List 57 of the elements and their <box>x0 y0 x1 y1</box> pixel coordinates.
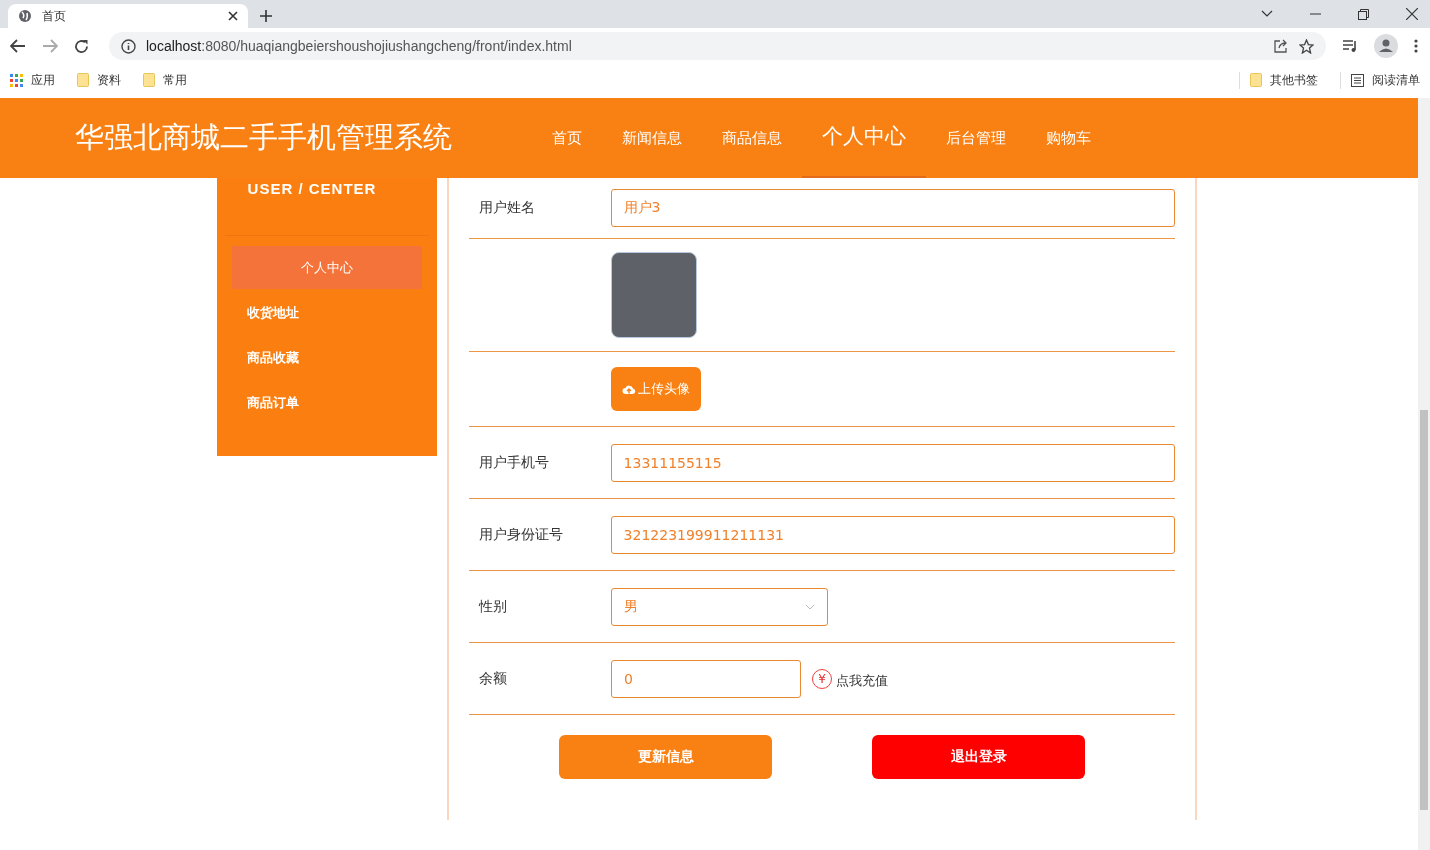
folder-icon <box>77 73 89 87</box>
plus-icon[interactable] <box>260 10 272 22</box>
sidebar-item[interactable]: 商品订单 <box>232 381 422 424</box>
nav-link[interactable]: 商品信息 <box>702 98 802 178</box>
field-label: 余额 <box>478 669 508 688</box>
bookmark[interactable]: 资料 <box>77 71 121 89</box>
browser-tab[interactable]: 首页 <box>8 4 248 28</box>
field-label: 性别 <box>477 597 508 616</box>
sidebar-item[interactable]: 个人中心 <box>232 246 422 289</box>
close-icon[interactable] <box>228 11 238 21</box>
globe-icon <box>18 9 32 23</box>
address-bar[interactable]: localhost:8080/huaqiangbeiershoushojiushangcheng/front/index.html <box>109 32 1326 60</box>
cloud-upload-icon <box>622 383 636 395</box>
nav-link[interactable]: 个人中心 <box>802 98 926 178</box>
input-field[interactable]: 0 <box>611 659 801 698</box>
nav-link[interactable]: 首页 <box>532 98 602 178</box>
field-label: 用户身份证号 <box>478 525 564 544</box>
select-field[interactable]: 男 <box>611 587 828 626</box>
chevron-down-icon <box>805 603 815 610</box>
bookmark[interactable]: 常用 <box>143 71 187 89</box>
back-arrow-icon[interactable] <box>10 39 26 53</box>
share-icon[interactable] <box>1274 39 1289 53</box>
sidebar-heading: USER / CENTER <box>246 180 378 197</box>
restore-icon[interactable] <box>1358 8 1369 20</box>
sidebar-item[interactable]: 商品收藏 <box>232 336 422 379</box>
bookmark[interactable]: 其他书签 <box>1239 71 1318 89</box>
recharge-link[interactable]: 点我充值 <box>836 671 888 690</box>
input-field[interactable]: 321223199911211131 <box>610 515 1175 554</box>
star-icon[interactable] <box>1299 38 1314 54</box>
list-icon <box>1351 73 1364 87</box>
upload-button[interactable]: 上传头像 <box>611 367 701 411</box>
tab-title: 首页 <box>42 7 67 25</box>
menu-icon[interactable] <box>1414 39 1418 53</box>
sidebar-item[interactable]: 收货地址 <box>232 291 422 334</box>
chevron-down-icon[interactable] <box>1261 10 1273 18</box>
input-field[interactable]: 用户3 <box>610 189 1175 227</box>
playlist-icon[interactable] <box>1342 39 1358 53</box>
profile-icon[interactable] <box>1374 34 1398 58</box>
apps-grid-icon <box>10 73 23 87</box>
close-icon[interactable] <box>1406 8 1418 20</box>
reading-list[interactable]: 阅读清单 <box>1340 71 1420 89</box>
folder-icon <box>143 73 155 87</box>
nav-link[interactable]: 新闻信息 <box>602 98 702 178</box>
folder-icon <box>1250 73 1262 87</box>
input-field[interactable]: 13311155115 <box>610 443 1175 482</box>
site-title: 华强北商城二手手机管理系统 <box>75 119 452 156</box>
scrollbar[interactable] <box>1418 98 1430 850</box>
bookmark[interactable]: 应用 <box>10 71 55 89</box>
nav-link[interactable]: 后台管理 <box>926 98 1026 178</box>
field-label: 用户手机号 <box>478 453 550 472</box>
logout-button[interactable]: 退出登录 <box>872 735 1085 779</box>
nav-link[interactable]: 购物车 <box>1026 98 1111 178</box>
field-label: 用户姓名 <box>478 199 536 217</box>
url-text: localhost:8080/huaqiangbeiershoushojiushangcheng/front/index.html <box>146 38 572 54</box>
reload-icon[interactable] <box>74 38 89 54</box>
info-icon <box>121 38 136 54</box>
update-button[interactable]: 更新信息 <box>559 735 772 779</box>
